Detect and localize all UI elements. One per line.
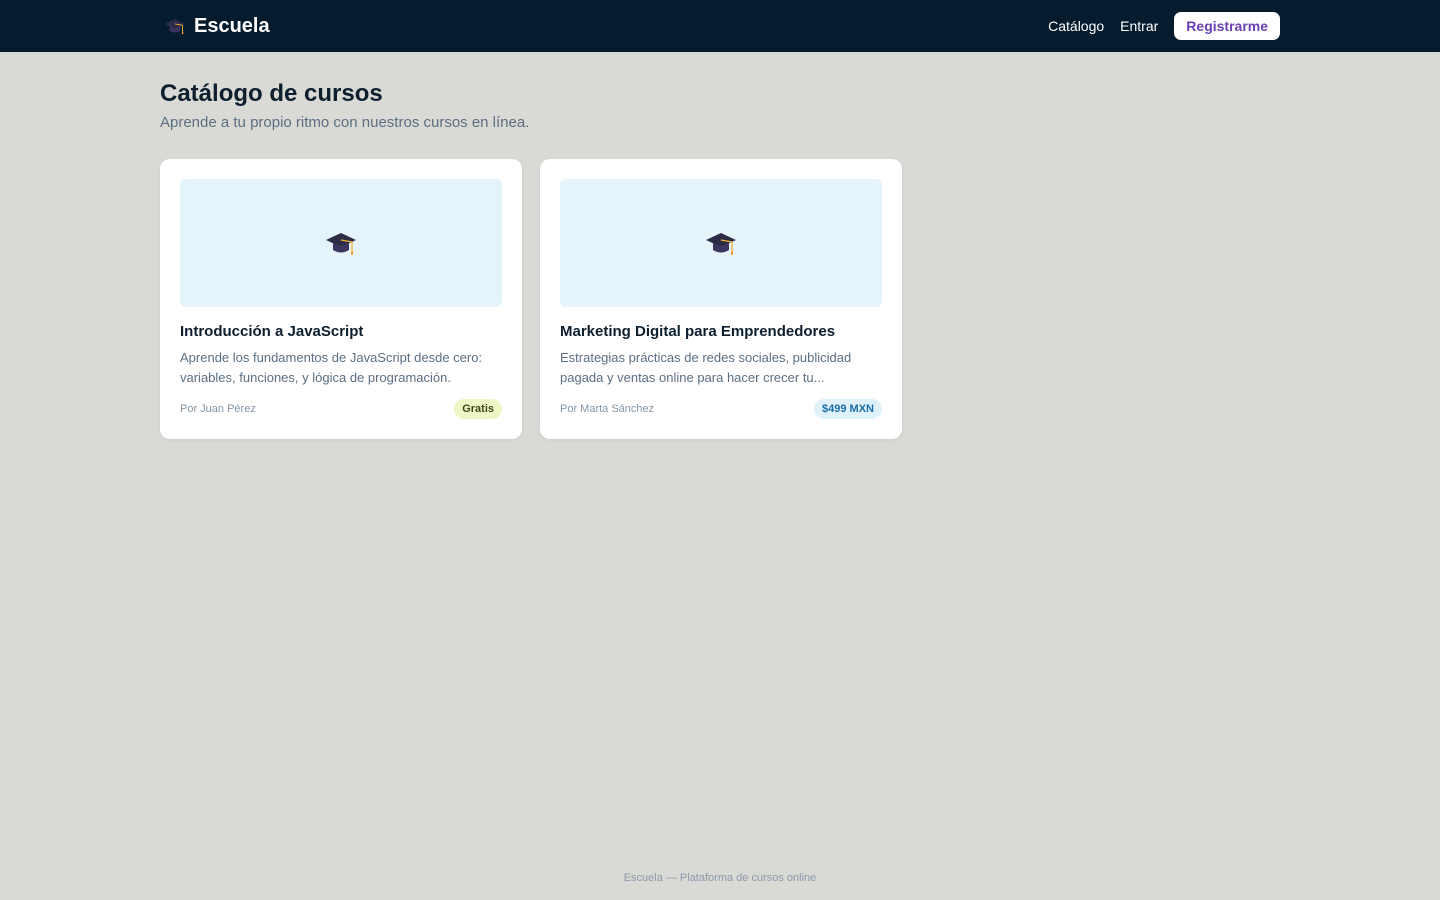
course-title: Introducción a JavaScript — [180, 323, 364, 340]
brand-name: Escuela — [194, 14, 270, 37]
graduation-cap-icon — [705, 227, 737, 259]
graduation-cap-icon — [325, 227, 357, 259]
brand-logo[interactable]: Escuela — [164, 15, 270, 38]
price-badge: Gratis — [454, 399, 502, 419]
nav-menu: Catálogo Entrar Registrarme — [1048, 12, 1280, 40]
course-card[interactable]: Marketing Digital para Emprendedores Est… — [540, 159, 902, 439]
main-content: Catálogo de cursos Aprende a tu propio r… — [0, 80, 1440, 439]
course-author: Por Juan Pérez — [180, 403, 256, 415]
course-grid: Introducción a JavaScript Aprende los fu… — [160, 159, 1280, 439]
price-badge: $499 MXN — [814, 399, 882, 419]
nav-link-login[interactable]: Entrar — [1120, 18, 1158, 34]
page-subtitle: Aprende a tu propio ritmo con nuestros c… — [160, 114, 530, 131]
course-author: Por Marta Sánchez — [560, 403, 655, 415]
graduation-cap-icon — [164, 15, 186, 37]
course-description: Aprende los fundamentos de JavaScript de… — [180, 350, 483, 385]
course-card[interactable]: Introducción a JavaScript Aprende los fu… — [160, 159, 522, 439]
navbar: Escuela Catálogo Entrar Registrarme — [0, 0, 1440, 52]
register-button[interactable]: Registrarme — [1174, 12, 1280, 40]
course-description: Estrategias prácticas de redes sociales,… — [560, 350, 852, 385]
nav-link-catalog[interactable]: Catálogo — [1048, 18, 1104, 34]
course-footer: Por Marta Sánchez $499 MXN — [560, 399, 882, 419]
course-footer: Por Juan Pérez Gratis — [180, 399, 502, 419]
page-footer: Escuela — Plataforma de cursos online — [623, 872, 817, 884]
course-title: Marketing Digital para Emprendedores — [560, 323, 836, 340]
course-thumbnail — [180, 179, 502, 307]
course-thumbnail — [560, 179, 882, 307]
page-title: Catálogo de cursos — [160, 80, 383, 107]
